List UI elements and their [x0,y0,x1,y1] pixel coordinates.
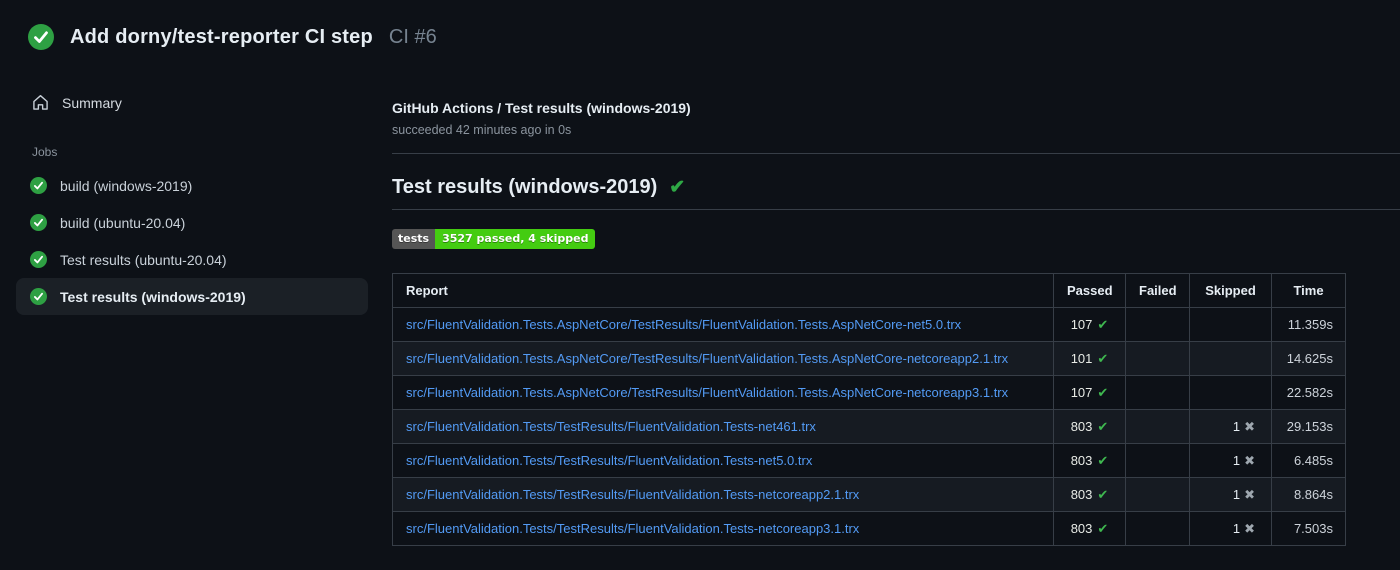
report-link[interactable]: src/FluentValidation.Tests/TestResults/F… [406,521,859,536]
report-link[interactable]: src/FluentValidation.Tests/TestResults/F… [406,419,816,434]
time-cell: 8.864s [1271,477,1346,512]
report-link[interactable]: src/FluentValidation.Tests/TestResults/F… [406,453,812,468]
sidebar-item-build-windows-2019[interactable]: build (windows-2019) [16,167,368,204]
pass-check-icon: ✔ [1097,453,1109,469]
run-title: Add dorny/test-reporter CI step [70,25,373,48]
job-label: Test results (windows-2019) [60,288,246,305]
report-link[interactable]: src/FluentValidation.Tests.AspNetCore/Te… [406,317,961,332]
failed-cell [1125,477,1190,512]
skipped-cell: 1 ✖ [1189,477,1272,512]
skipped-cell: 1 ✖ [1189,443,1272,478]
check-circle-icon [30,214,47,231]
passed-cell: 107 ✔ [1053,375,1126,410]
run-header: Add dorny/test-reporter CI step CI #6 [0,0,1400,68]
passed-cell: 101 ✔ [1053,341,1126,376]
table-row: src/FluentValidation.Tests.AspNetCore/Te… [392,375,1346,410]
test-results-table: Report Passed Failed Skipped Time src/Fl… [392,273,1346,546]
skipped-cell [1189,307,1272,342]
failed-cell [1125,409,1190,444]
home-icon [32,94,49,111]
sidebar: Summary Jobs build (windows-2019) build … [0,68,392,315]
job-label: build (windows-2019) [60,177,193,194]
check-circle-icon [30,288,47,305]
pass-check-icon: ✔ [1097,521,1109,537]
sidebar-item-build-ubuntu-2004[interactable]: build (ubuntu-20.04) [16,204,368,241]
section-heading-text: Test results (windows-2019) [392,176,658,198]
table-row: src/FluentValidation.Tests/TestResults/F… [392,443,1346,478]
skipped-x-icon: ✖ [1244,487,1255,503]
skipped-cell: 1 ✖ [1189,409,1272,444]
failed-cell [1125,511,1190,546]
badge-label: tests [392,229,436,249]
failed-cell [1125,341,1190,376]
passed-cell: 803 ✔ [1053,409,1126,444]
failed-cell [1125,375,1190,410]
main-panel: GitHub Actions / Test results (windows-2… [392,68,1400,546]
time-cell: 14.625s [1271,341,1346,376]
job-label: Test results (ubuntu-20.04) [60,251,227,268]
table-row: src/FluentValidation.Tests.AspNetCore/Te… [392,307,1346,342]
column-header-failed: Failed [1125,273,1190,308]
table-row: src/FluentValidation.Tests/TestResults/F… [392,409,1346,444]
report-link[interactable]: src/FluentValidation.Tests/TestResults/F… [406,487,859,502]
time-cell: 29.153s [1271,409,1346,444]
badge-value: 3527 passed, 4 skipped [435,229,596,249]
table-header-row: Report Passed Failed Skipped Time [392,273,1346,308]
divider [392,153,1400,154]
sidebar-item-test-results-windows-2019[interactable]: Test results (windows-2019) [16,278,368,315]
skipped-x-icon: ✖ [1244,521,1255,537]
sidebar-item-summary[interactable]: Summary [30,90,368,115]
check-circle-icon [30,177,47,194]
report-link[interactable]: src/FluentValidation.Tests.AspNetCore/Te… [406,351,1008,366]
job-label: build (ubuntu-20.04) [60,214,186,231]
skipped-cell [1189,341,1272,376]
divider [392,209,1400,210]
pass-check-icon: ✔ [1097,351,1109,367]
skipped-x-icon: ✖ [1244,453,1255,469]
passed-cell: 803 ✔ [1053,443,1126,478]
sidebar-item-test-results-ubuntu-2004[interactable]: Test results (ubuntu-20.04) [16,241,368,278]
column-header-report: Report [392,273,1054,308]
section-heading: Test results (windows-2019) ✔ [392,176,1400,199]
table-row: src/FluentValidation.Tests/TestResults/F… [392,511,1346,546]
pass-check-icon: ✔ [1097,317,1109,333]
pass-check-icon: ✔ [1097,419,1109,435]
job-list: build (windows-2019) build (ubuntu-20.04… [16,167,368,315]
time-cell: 7.503s [1271,511,1346,546]
passed-cell: 803 ✔ [1053,477,1126,512]
column-header-skipped: Skipped [1189,273,1272,308]
column-header-passed: Passed [1053,273,1126,308]
skipped-x-icon: ✖ [1244,419,1255,435]
jobs-heading: Jobs [32,145,58,159]
tests-status-badge: tests 3527 passed, 4 skipped [392,229,596,249]
pass-check-icon: ✔ [1097,385,1109,401]
failed-cell [1125,307,1190,342]
time-cell: 6.485s [1271,443,1346,478]
column-header-time: Time [1271,273,1346,308]
skipped-cell: 1 ✖ [1189,511,1272,546]
run-ref: CI #6 [388,25,437,48]
status-line: succeeded 42 minutes ago in 0s [392,123,572,137]
time-cell: 11.359s [1271,307,1346,342]
table-row: src/FluentValidation.Tests.AspNetCore/Te… [392,341,1346,376]
success-check-icon: ✔ [669,177,686,198]
summary-label: Summary [62,94,122,111]
failed-cell [1125,443,1190,478]
table-row: src/FluentValidation.Tests/TestResults/F… [392,477,1346,512]
report-link[interactable]: src/FluentValidation.Tests.AspNetCore/Te… [406,385,1008,400]
time-cell: 22.582s [1271,375,1346,410]
passed-cell: 107 ✔ [1053,307,1126,342]
skipped-cell [1189,375,1272,410]
check-circle-icon [30,251,47,268]
pass-check-icon: ✔ [1097,487,1109,503]
success-check-circle-icon [28,24,54,50]
passed-cell: 803 ✔ [1053,511,1126,546]
check-name: GitHub Actions / Test results (windows-2… [392,100,691,116]
